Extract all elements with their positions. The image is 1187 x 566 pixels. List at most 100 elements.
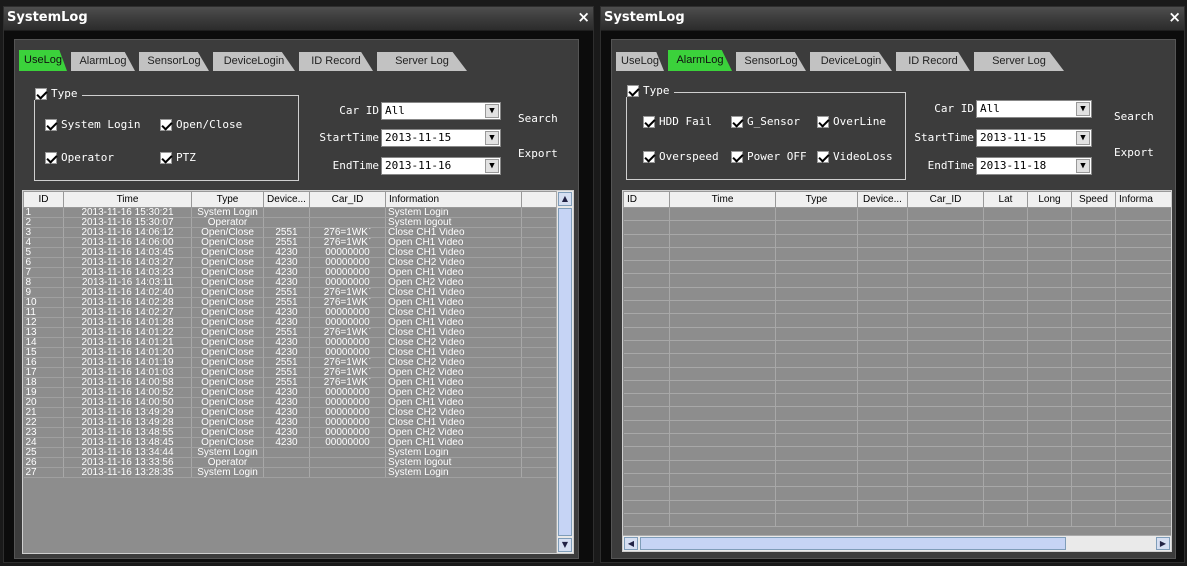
checked-checkbox-icon[interactable] (731, 115, 743, 128)
table-row[interactable] (623, 260, 1171, 275)
title-bar[interactable]: SystemLog × (4, 7, 593, 31)
export-button[interactable]: Export (1114, 146, 1154, 159)
tab-devicelogin[interactable]: DeviceLogin (213, 52, 295, 71)
checked-checkbox-icon[interactable] (45, 151, 57, 164)
scroll-thumb[interactable] (640, 537, 1066, 550)
table-row[interactable]: 17 2013-11-16 14:01:03 Open/Close 2551 276=1… (23, 367, 560, 378)
tab-alarmlog[interactable]: AlarmLog (668, 50, 732, 71)
table-row[interactable]: 16 2013-11-16 14:01:19 Open/Close 2551 276=1… (23, 357, 560, 368)
title-bar[interactable]: SystemLog × (601, 7, 1184, 31)
table-row[interactable] (623, 247, 1171, 262)
table-row[interactable]: 19 2013-11-16 14:00:52 Open/Close 4230 00000… (23, 387, 560, 398)
table-row[interactable] (623, 380, 1171, 395)
table-row[interactable]: 15 2013-11-16 14:01:20 Open/Close 4230 00000… (23, 347, 560, 358)
table-row[interactable] (623, 313, 1171, 328)
table-row[interactable]: 8 2013-11-16 14:03:11 Open/Close 4230 000000… (23, 277, 560, 288)
tab-uselog[interactable]: UseLog (616, 52, 664, 71)
option-open-close[interactable]: Open/Close (160, 118, 242, 131)
scroll-right-icon[interactable]: ▶ (1156, 537, 1170, 550)
table-row[interactable] (623, 327, 1171, 341)
search-button[interactable]: Search (518, 112, 558, 125)
table-row[interactable]: 4 2013-11-16 14:06:00 Open/Close 2551 276=1W… (23, 237, 560, 248)
column-header-type[interactable]: Type (191, 191, 264, 208)
table-row[interactable] (623, 393, 1171, 408)
option-hdd-fail[interactable]: HDD Fail (643, 115, 712, 128)
chevron-down-icon[interactable]: ▼ (485, 159, 499, 173)
checked-checkbox-icon[interactable] (643, 115, 655, 128)
table-row[interactable]: 9 2013-11-16 14:02:40 Open/Close 2551 276=1W… (23, 287, 560, 298)
tab-id-record[interactable]: ID Record (299, 52, 373, 71)
column-header-lat[interactable]: Lat (983, 191, 1028, 208)
table-row[interactable] (623, 460, 1171, 474)
export-button[interactable]: Export (518, 147, 558, 160)
column-header-id[interactable]: ID (23, 191, 64, 208)
table-row[interactable]: 14 2013-11-16 14:01:21 Open/Close 4230 00000… (23, 337, 560, 348)
scroll-left-icon[interactable]: ◀ (624, 537, 638, 550)
tab-alarmlog[interactable]: AlarmLog (71, 52, 135, 71)
table-row[interactable] (623, 433, 1171, 448)
tab-id-record[interactable]: ID Record (896, 52, 970, 71)
option-g-sensor[interactable]: G_Sensor (731, 115, 800, 128)
option-overspeed[interactable]: Overspeed (643, 150, 719, 163)
tab-sensorlog[interactable]: SensorLog (139, 52, 209, 71)
table-row[interactable]: 23 2013-11-16 13:48:55 Open/Close 4230 00000… (23, 427, 560, 438)
scroll-thumb[interactable] (558, 208, 572, 536)
checked-checkbox-icon[interactable] (643, 150, 655, 163)
table-row[interactable]: 27 2013-11-16 13:28:35 System Login System … (23, 467, 560, 478)
checked-checkbox-icon[interactable] (160, 151, 172, 164)
start-time-picker[interactable]: 2013-11-15 ▼ (976, 129, 1092, 147)
option-overline[interactable]: OverLine (817, 115, 886, 128)
column-header-information[interactable]: Information (385, 191, 522, 208)
end-time-picker[interactable]: 2013-11-16 ▼ (381, 157, 501, 175)
option-operator[interactable]: Operator (45, 151, 114, 164)
close-icon[interactable]: × (1168, 8, 1181, 26)
table-row[interactable]: 20 2013-11-16 14:00:50 Open/Close 4230 00000… (23, 397, 560, 408)
checked-checkbox-icon[interactable] (627, 84, 639, 97)
table-row[interactable]: 1 2013-11-16 15:30:21 System Login System L… (23, 207, 560, 218)
table-row[interactable] (623, 353, 1171, 368)
table-row[interactable]: 6 2013-11-16 14:03:27 Open/Close 4230 000000… (23, 257, 560, 268)
table-row[interactable]: 3 2013-11-16 14:06:12 Open/Close 2551 276=1W… (23, 227, 560, 238)
column-header-speed[interactable]: Speed (1071, 191, 1116, 208)
table-row[interactable] (623, 234, 1171, 248)
table-row[interactable]: 12 2013-11-16 14:01:28 Open/Close 4230 00000… (23, 317, 560, 328)
close-icon[interactable]: × (577, 8, 590, 26)
table-row[interactable]: 25 2013-11-16 13:34:44 System Login System … (23, 447, 560, 458)
table-row[interactable]: 5 2013-11-16 14:03:45 Open/Close 4230 000000… (23, 247, 560, 258)
column-header-information[interactable]: Informa (1115, 191, 1171, 208)
chevron-down-icon[interactable]: ▼ (1076, 102, 1090, 116)
table-row[interactable]: 13 2013-11-16 14:01:22 Open/Close 2551 276=1… (23, 327, 560, 338)
start-time-picker[interactable]: 2013-11-15 ▼ (381, 129, 501, 147)
table-row[interactable] (623, 513, 1171, 528)
chevron-down-icon[interactable]: ▼ (1076, 131, 1090, 145)
table-row[interactable]: 2 2013-11-16 15:30:07 Operator System logou… (23, 217, 560, 228)
option-system-login[interactable]: System Login (45, 118, 140, 131)
column-header-type[interactable]: Type (775, 191, 858, 208)
column-header-car-id[interactable]: Car_ID (309, 191, 386, 208)
chevron-down-icon[interactable]: ▼ (1076, 159, 1090, 173)
table-row[interactable] (623, 473, 1171, 488)
checked-checkbox-icon[interactable] (817, 115, 829, 128)
chevron-down-icon[interactable]: ▼ (485, 104, 499, 118)
chevron-down-icon[interactable]: ▼ (485, 131, 499, 145)
table-row[interactable]: 21 2013-11-16 13:49:29 Open/Close 4230 00000… (23, 407, 560, 418)
table-row[interactable]: 18 2013-11-16 14:00:58 Open/Close 2551 276=1… (23, 377, 560, 388)
table-row[interactable] (623, 273, 1171, 288)
vertical-scrollbar[interactable]: ▲ ▼ (556, 191, 573, 553)
table-row[interactable]: 26 2013-11-16 13:33:56 Operator System logo… (23, 457, 560, 468)
tab-devicelogin[interactable]: DeviceLogin (810, 52, 892, 71)
tab-server-log[interactable]: Server Log (377, 52, 467, 71)
table-row[interactable]: 22 2013-11-16 13:49:28 Open/Close 4230 00000… (23, 417, 560, 428)
column-header-device[interactable]: Device... (857, 191, 908, 208)
table-row[interactable] (623, 486, 1171, 501)
scroll-down-icon[interactable]: ▼ (558, 538, 572, 552)
column-header-time[interactable]: Time (669, 191, 776, 208)
table-row[interactable] (623, 340, 1171, 355)
table-row[interactable] (623, 500, 1171, 514)
table-row[interactable] (623, 406, 1171, 421)
table-row[interactable]: 7 2013-11-16 14:03:23 Open/Close 4230 000000… (23, 267, 560, 278)
column-header-long[interactable]: Long (1027, 191, 1072, 208)
end-time-picker[interactable]: 2013-11-18 ▼ (976, 157, 1092, 175)
option-ptz[interactable]: PTZ (160, 151, 196, 164)
column-header-id[interactable]: ID (623, 191, 670, 208)
